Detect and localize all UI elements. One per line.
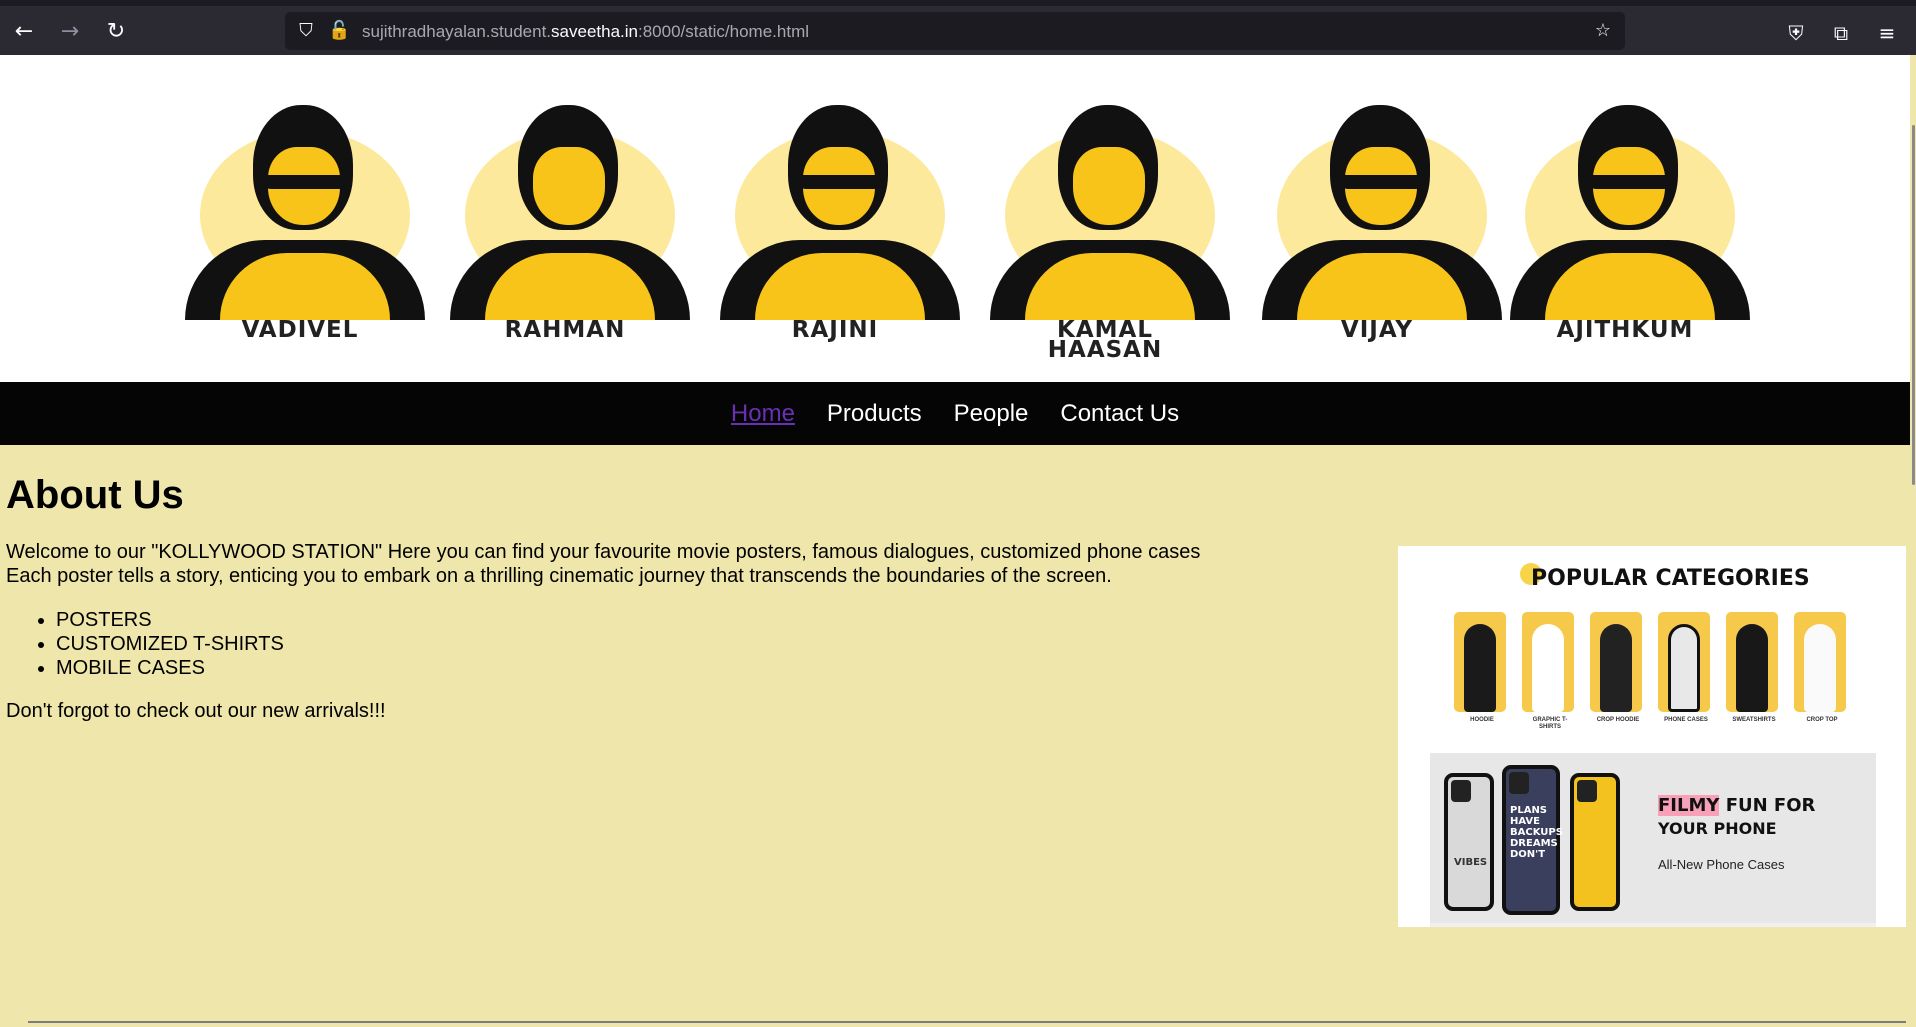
category-card: SWEATSHIRTS (1726, 612, 1782, 724)
list-item: CUSTOMIZED T-SHIRTS (56, 632, 1386, 656)
nav-people-link[interactable]: People (954, 400, 1029, 428)
category-card: PHONE CASES (1658, 612, 1714, 724)
intro-line-2: Each poster tells a story, enticing you … (6, 565, 1112, 587)
url-prefix: sujithradhayalan.student. (362, 22, 552, 41)
star-portrait: RAHMAN (430, 75, 700, 355)
url-host: saveetha.in (551, 22, 638, 41)
about-title: About Us (6, 473, 184, 517)
category-caption: PHONE CASES (1664, 717, 1708, 723)
nav-contact-link[interactable]: Contact Us (1060, 400, 1179, 428)
reload-icon[interactable]: ↻ (104, 20, 128, 44)
address-bar[interactable]: ⛉ 🔓 sujithradhayalan.student.saveetha.in… (285, 12, 1625, 50)
star-portrait: VADIVEL (165, 75, 435, 355)
nav-products-link[interactable]: Products (827, 400, 922, 428)
star-name: RAJINI (791, 317, 879, 343)
category-card: CROP HOODIE (1590, 612, 1646, 724)
star-portrait: AJITHKUM (1490, 75, 1760, 355)
star-portrait: VIJAY (1242, 75, 1512, 355)
case-text: PLANS HAVE BACKUPS DREAMS DON'T (1510, 805, 1563, 860)
star-name: RAHMAN (504, 317, 626, 343)
menu-icon[interactable]: ≡ (1874, 20, 1900, 46)
lock-icon[interactable]: 🔓 (328, 20, 350, 42)
category-card: GRAPHIC T-SHIRTS (1522, 612, 1578, 731)
divider (28, 1021, 1906, 1023)
category-card: HOODIE (1454, 612, 1510, 724)
phone-case: VIBES (1444, 773, 1494, 911)
phone-cases-banner: VIBES PLANS HAVE BACKUPS DREAMS DON'T FI… (1430, 753, 1876, 927)
category-caption: CROP HOODIE (1596, 717, 1640, 723)
promo-headline-rest: FUN FOR (1719, 795, 1816, 816)
star-name: VADIVEL (241, 317, 359, 343)
main-nav: Home Products People Contact Us (0, 382, 1910, 445)
phone-case (1570, 773, 1620, 911)
phone-case: PLANS HAVE BACKUPS DREAMS DON'T (1502, 765, 1563, 915)
feature-list: POSTERS CUSTOMIZED T-SHIRTS MOBILE CASES (56, 608, 1386, 680)
scrollbar[interactable] (1910, 55, 1916, 1027)
category-caption: CROP TOP (1806, 717, 1838, 723)
shield-icon[interactable]: ⛉ (295, 20, 317, 42)
url-text[interactable]: sujithradhayalan.student.saveetha.in:800… (362, 22, 809, 42)
star-name: AJITHKUM (1556, 317, 1694, 343)
promo-subtext: All-New Phone Cases (1658, 857, 1785, 872)
star-portrait: RAJINI (700, 75, 970, 355)
promo-headline-line2: YOUR PHONE (1658, 819, 1777, 838)
promo-title: POPULAR CATEGORIES (1531, 566, 1810, 591)
browser-toolbar: ← → ↻ ⛉ 🔓 sujithradhayalan.student.savee… (0, 0, 1916, 55)
nav-home-link[interactable]: Home (731, 400, 795, 428)
new-arrivals-note: Don't forgot to check out our new arriva… (6, 700, 386, 722)
star-portrait: KAMAL HAASAN (970, 75, 1240, 362)
about-section: About Us Welcome to our "KOLLYWOOD STATI… (6, 445, 1386, 723)
case-text: VIBES (1454, 857, 1488, 868)
about-intro: Welcome to our "KOLLYWOOD STATION" Here … (6, 540, 1386, 588)
category-caption: GRAPHIC T-SHIRTS (1532, 717, 1568, 730)
category-caption: SWEATSHIRTS (1732, 717, 1776, 723)
star-name: VIJAY (1340, 317, 1414, 343)
category-caption: HOODIE (1470, 717, 1494, 723)
back-icon[interactable]: ← (12, 20, 36, 44)
intro-line-1: Welcome to our "KOLLYWOOD STATION" Here … (6, 541, 1201, 563)
promo-headline: FILMY FUN FOR (1658, 795, 1815, 816)
star-name: KAMAL HAASAN (1047, 317, 1163, 363)
list-item: POSTERS (56, 608, 1386, 632)
scrollbar-thumb[interactable] (1912, 125, 1915, 485)
category-card: CROP TOP (1794, 612, 1850, 724)
list-item: MOBILE CASES (56, 656, 1386, 680)
hero-banner: VADIVEL RAHMAN RAJINI KAMAL HAASAN VIJAY… (0, 55, 1910, 382)
forward-icon[interactable]: → (58, 20, 82, 44)
url-suffix: :8000/static/home.html (637, 22, 810, 41)
extensions-icon[interactable]: ⧉ (1828, 20, 1854, 46)
pocket-icon[interactable]: ⛨ (1783, 20, 1809, 46)
bookmark-star-icon[interactable]: ☆ (1592, 20, 1614, 42)
popular-categories-image: POPULAR CATEGORIES HOODIE GRAPHIC T-SHIR… (1398, 546, 1906, 927)
promo-headline-highlight: FILMY (1658, 795, 1720, 816)
